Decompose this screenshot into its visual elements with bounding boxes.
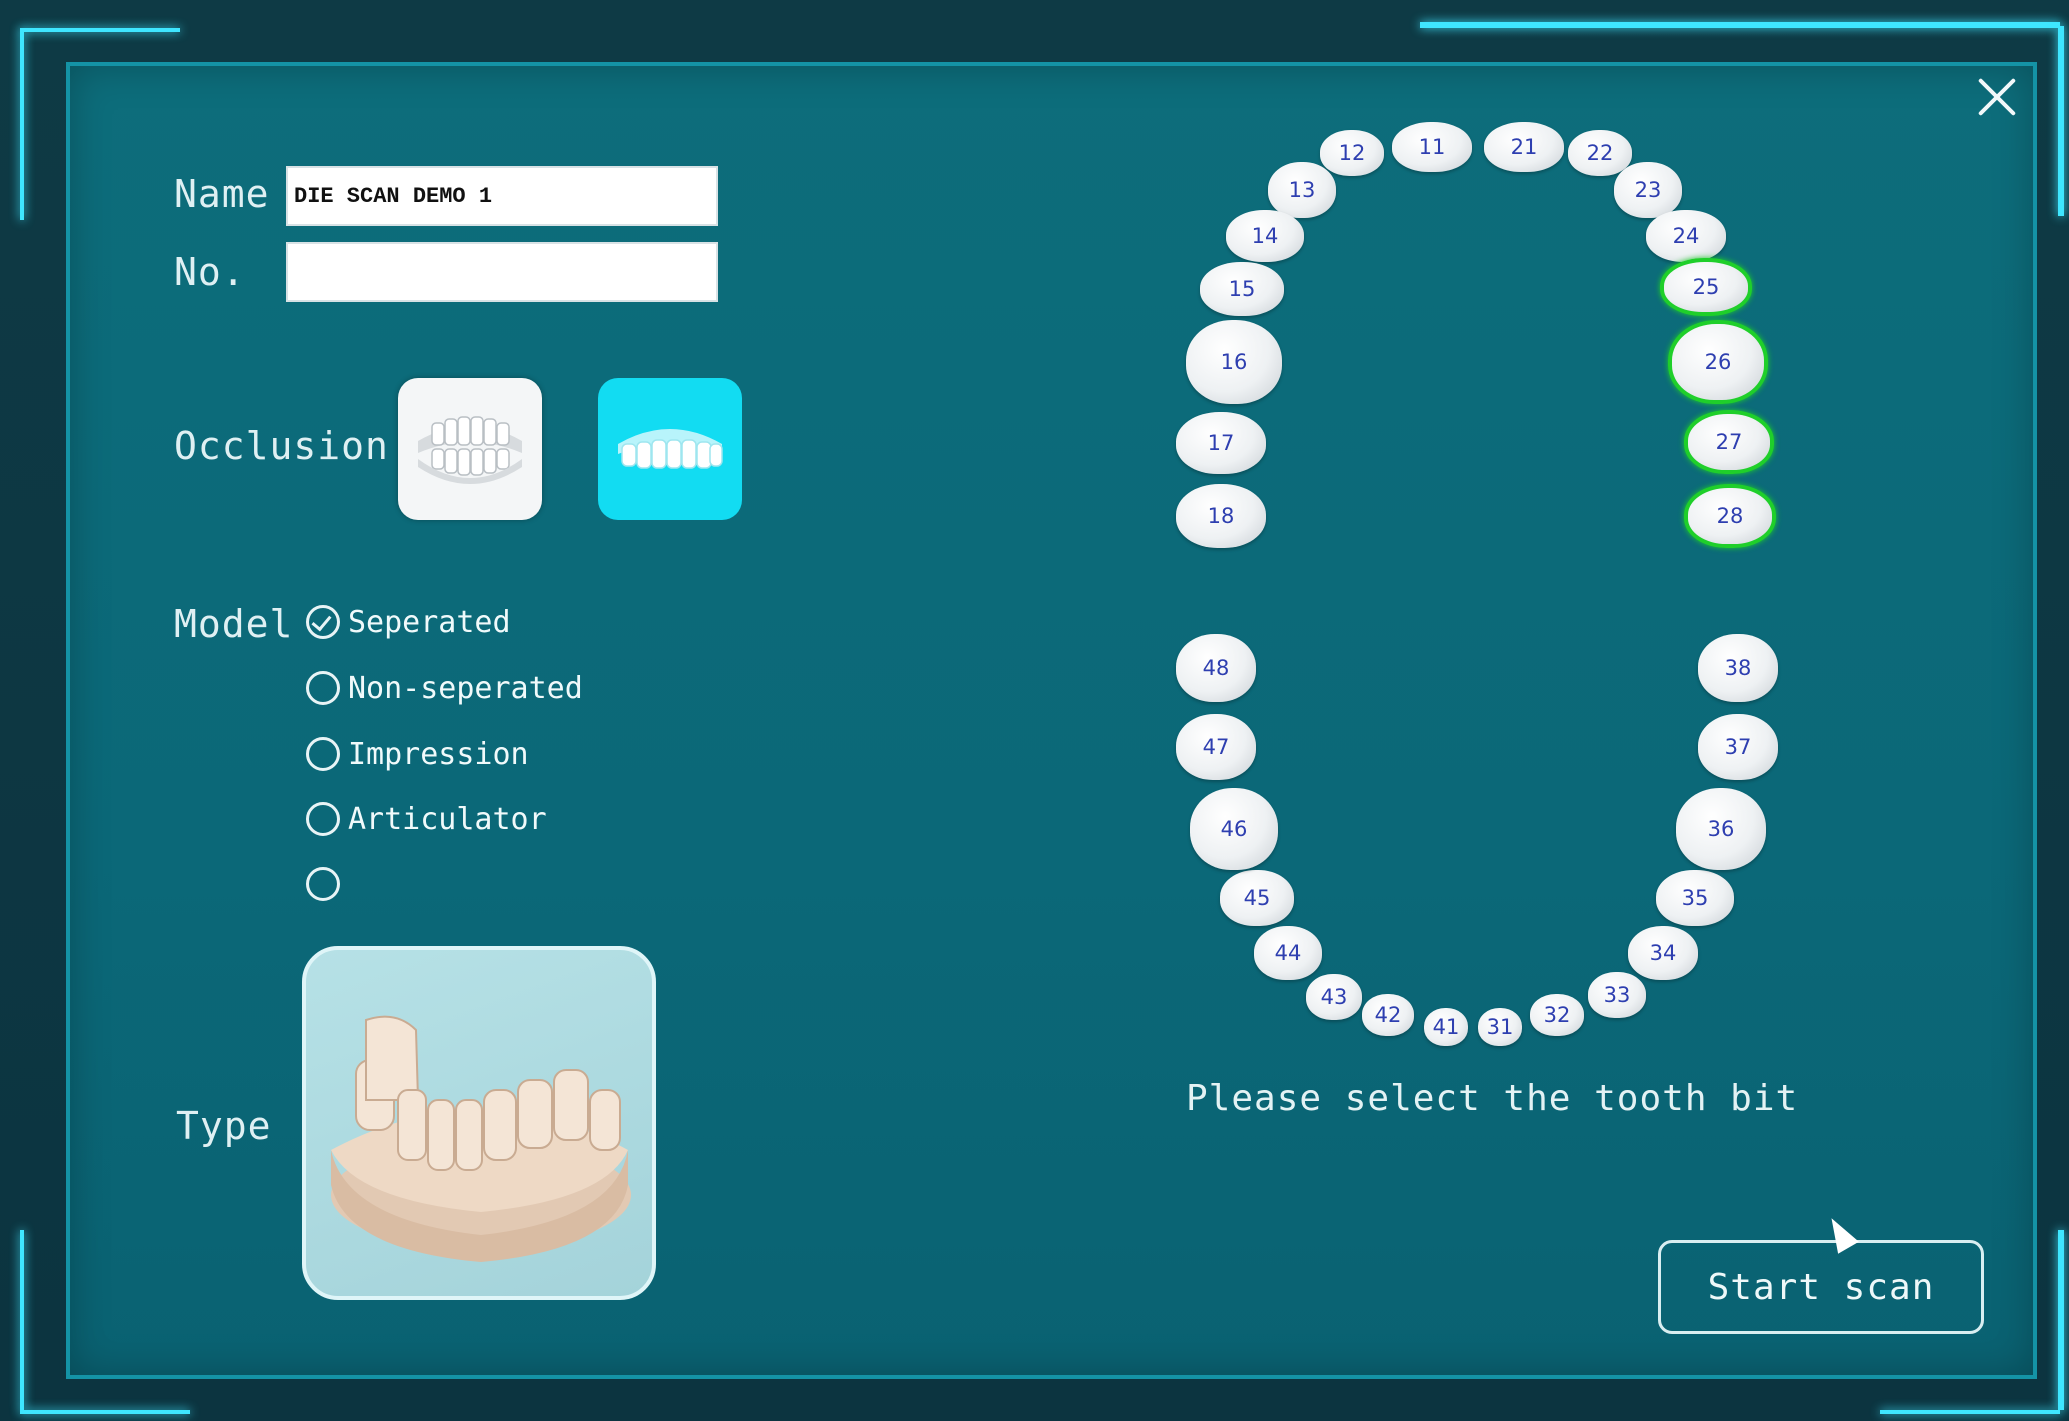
model-option-label: Non-seperated xyxy=(348,670,583,706)
tooth-48[interactable]: 48 xyxy=(1176,634,1256,702)
tooth-15[interactable]: 15 xyxy=(1200,262,1284,316)
tooth-45[interactable]: 45 xyxy=(1220,870,1294,926)
frame-accent xyxy=(20,1410,190,1414)
model-option-impression[interactable]: Impression xyxy=(306,732,529,776)
full-jaw-occlusion-icon xyxy=(418,416,522,484)
tooth-46[interactable]: 46 xyxy=(1190,788,1278,870)
tooth-36[interactable]: 36 xyxy=(1676,788,1766,870)
tooth-26[interactable]: 26 xyxy=(1668,320,1768,404)
tooth-23[interactable]: 23 xyxy=(1614,162,1682,218)
tooth-33[interactable]: 33 xyxy=(1588,972,1646,1018)
radio-icon xyxy=(306,671,340,705)
tooth-17[interactable]: 17 xyxy=(1176,412,1266,474)
frame-accent xyxy=(2058,1230,2064,1410)
plaster-dental-model-image xyxy=(331,1015,631,1262)
tooth-11[interactable]: 11 xyxy=(1392,122,1472,172)
app-window: Name No. Occlusion xyxy=(0,0,2069,1421)
model-option-label: Impression xyxy=(348,736,529,772)
model-option-label: Articulator xyxy=(348,801,547,837)
type-label: Type xyxy=(176,1104,272,1148)
tooth-12[interactable]: 12 xyxy=(1320,130,1384,176)
occlusion-label: Occlusion xyxy=(174,424,389,468)
model-option-articulator[interactable]: Articulator xyxy=(306,797,547,841)
no-field[interactable] xyxy=(286,242,718,302)
name-field[interactable] xyxy=(286,166,718,226)
radio-icon xyxy=(306,737,340,771)
tooth-35[interactable]: 35 xyxy=(1656,870,1734,926)
radio-icon xyxy=(306,867,340,901)
model-option-label: Seperated xyxy=(348,604,511,640)
model-option-blank[interactable] xyxy=(306,862,348,906)
tooth-selection-hint: Please select the tooth bit xyxy=(1186,1078,1799,1119)
tooth-38[interactable]: 38 xyxy=(1698,634,1778,702)
upper-jaw-occlusion-button[interactable] xyxy=(598,378,742,520)
frame-accent xyxy=(1880,1410,2060,1414)
tooth-28[interactable]: 28 xyxy=(1684,484,1776,548)
tooth-42[interactable]: 42 xyxy=(1362,994,1414,1036)
tooth-37[interactable]: 37 xyxy=(1698,714,1778,780)
tooth-34[interactable]: 34 xyxy=(1628,926,1698,980)
start-scan-button[interactable]: Start scan xyxy=(1658,1240,1984,1334)
frame-accent xyxy=(2058,26,2064,216)
tooth-14[interactable]: 14 xyxy=(1226,210,1304,262)
tooth-27[interactable]: 27 xyxy=(1684,410,1774,474)
frame-accent xyxy=(20,30,24,220)
frame-accent xyxy=(20,1230,24,1410)
tooth-41[interactable]: 41 xyxy=(1424,1008,1468,1046)
radio-checked-icon xyxy=(306,605,340,639)
model-label: Model xyxy=(174,602,294,646)
tooth-25[interactable]: 25 xyxy=(1660,258,1752,316)
tooth-16[interactable]: 16 xyxy=(1186,320,1282,404)
model-option-non-seperated[interactable]: Non-seperated xyxy=(306,666,583,710)
model-option-seperated[interactable]: Seperated xyxy=(306,600,511,644)
tooth-43[interactable]: 43 xyxy=(1306,974,1362,1020)
tooth-32[interactable]: 32 xyxy=(1530,994,1584,1036)
radio-icon xyxy=(306,802,340,836)
tooth-47[interactable]: 47 xyxy=(1176,714,1256,780)
full-jaw-occlusion-button[interactable] xyxy=(398,378,542,520)
no-label: No. xyxy=(174,250,246,294)
frame-accent xyxy=(20,28,180,32)
tooth-21[interactable]: 21 xyxy=(1484,122,1564,172)
type-card[interactable] xyxy=(302,946,656,1300)
upper-jaw-occlusion-icon xyxy=(618,429,723,469)
tooth-18[interactable]: 18 xyxy=(1176,484,1266,548)
tooth-24[interactable]: 24 xyxy=(1646,210,1726,262)
tooth-44[interactable]: 44 xyxy=(1254,926,1322,980)
close-icon[interactable] xyxy=(1972,72,2022,122)
frame-accent xyxy=(1420,22,2060,28)
tooth-31[interactable]: 31 xyxy=(1478,1008,1522,1046)
tooth-13[interactable]: 13 xyxy=(1268,162,1336,218)
name-label: Name xyxy=(174,172,270,216)
